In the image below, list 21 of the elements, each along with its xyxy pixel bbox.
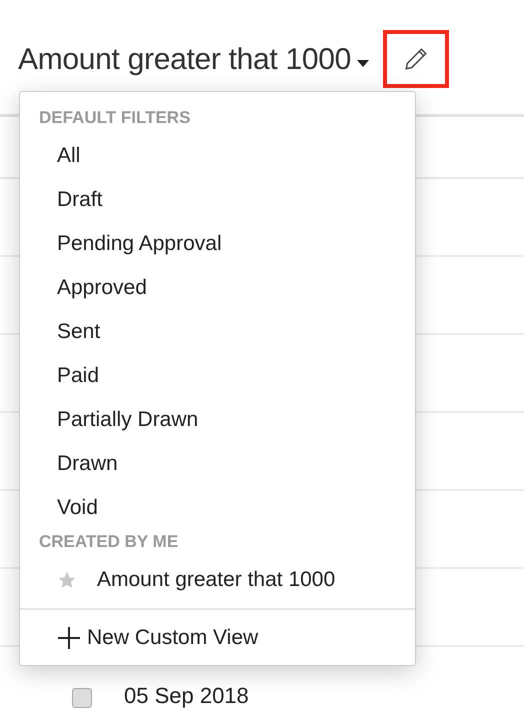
- filter-item[interactable]: Void: [20, 486, 415, 530]
- caret-icon[interactable]: [357, 60, 370, 68]
- section-heading: CREATED BY ME: [38, 531, 180, 553]
- filter-item[interactable]: Draft: [20, 178, 415, 222]
- plus-icon: [57, 626, 81, 650]
- filter-item[interactable]: Drawn: [20, 442, 415, 486]
- date-text: 05 Sep 2018: [124, 683, 249, 709]
- new-custom-view-button[interactable]: New Custom View: [57, 626, 258, 650]
- row-checkbox[interactable]: [72, 688, 92, 708]
- filter-item[interactable]: Pending Approval: [20, 222, 415, 266]
- star-icon: [57, 570, 77, 590]
- filter-item[interactable]: Amount greater that 1000: [20, 558, 415, 602]
- filter-item[interactable]: Sent: [20, 310, 415, 354]
- filter-item[interactable]: All: [20, 134, 415, 178]
- edit-button[interactable]: [383, 30, 450, 88]
- pencil-icon: [403, 46, 430, 72]
- filter-item[interactable]: Approved: [20, 266, 415, 310]
- filter-item[interactable]: Partially Drawn: [20, 398, 415, 442]
- section-heading: DEFAULT FILTERS: [38, 107, 192, 129]
- view-title[interactable]: Amount greater that 1000: [18, 40, 352, 80]
- filter-item[interactable]: Paid: [20, 354, 415, 398]
